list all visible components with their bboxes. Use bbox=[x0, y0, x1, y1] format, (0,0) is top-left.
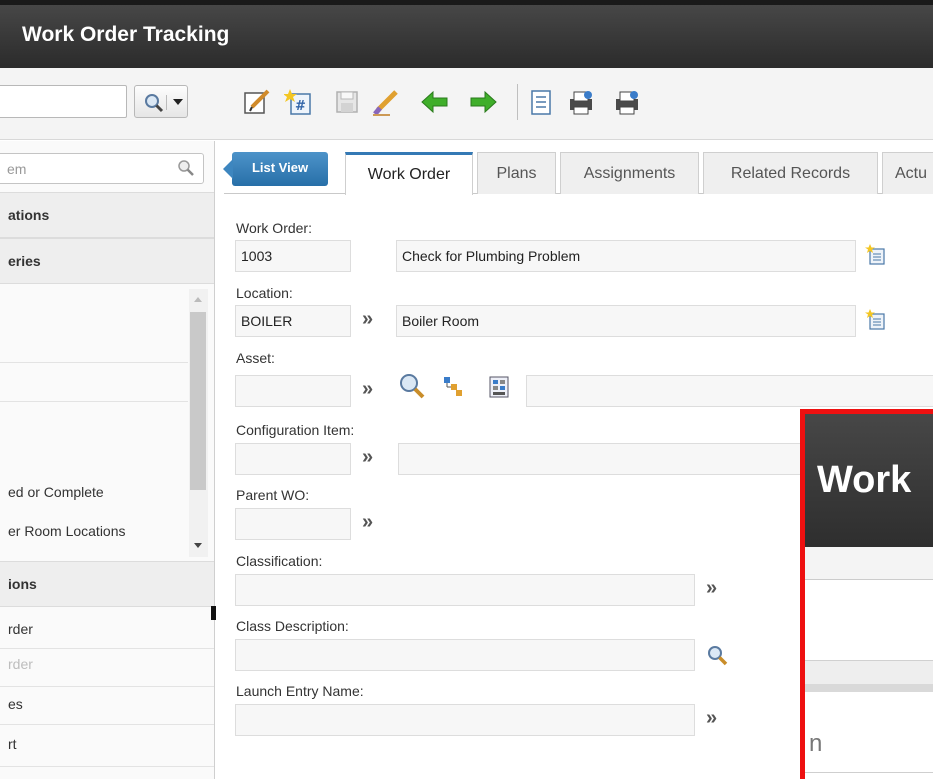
location-field[interactable]: BOILER bbox=[235, 305, 351, 337]
inset-title-bar: Work bbox=[805, 414, 933, 547]
list-view-button[interactable]: List View bbox=[223, 152, 328, 186]
collapse-nav-handle[interactable] bbox=[211, 606, 216, 620]
configuration-item-field[interactable] bbox=[235, 443, 351, 475]
nav-section-label: ions bbox=[8, 576, 37, 592]
svg-text:#: # bbox=[295, 99, 306, 114]
launch-entry-name-field[interactable] bbox=[235, 704, 695, 736]
asset-label: Asset: bbox=[236, 350, 275, 366]
print-icon[interactable] bbox=[566, 87, 596, 117]
nav-search-placeholder: em bbox=[7, 161, 27, 177]
search-icon bbox=[145, 94, 164, 113]
view-history-icon[interactable] bbox=[526, 87, 556, 117]
next-record-icon[interactable] bbox=[468, 87, 498, 117]
scroll-down-icon[interactable] bbox=[194, 543, 202, 548]
nav-row-divider bbox=[0, 686, 214, 687]
inset-divider bbox=[805, 772, 933, 773]
chevron-down-icon bbox=[173, 99, 183, 105]
launch-entry-menu-icon[interactable]: » bbox=[706, 707, 717, 730]
nav-search-input[interactable]: em bbox=[0, 153, 204, 184]
classification-label: Classification: bbox=[236, 553, 323, 569]
nav-section-header[interactable]: eries bbox=[0, 238, 214, 284]
parent-wo-label: Parent WO: bbox=[236, 487, 310, 503]
nav-section-header[interactable]: ations bbox=[0, 192, 214, 238]
nav-row-divider bbox=[0, 648, 214, 649]
class-description-label: Class Description: bbox=[236, 618, 349, 634]
tab-assignments[interactable]: Assignments bbox=[560, 152, 699, 194]
inset-partial-text: n bbox=[809, 730, 823, 757]
work-order-description-field[interactable]: Check for Plumbing Problem bbox=[396, 240, 856, 272]
toolbar-search-input[interactable] bbox=[0, 85, 127, 118]
configuration-item-label: Configuration Item: bbox=[236, 422, 355, 438]
search-icon[interactable] bbox=[706, 644, 728, 666]
launch-entry-name-label: Launch Entry Name: bbox=[236, 683, 364, 699]
app-window: Work Order Tracking # em ations eries ed… bbox=[0, 0, 933, 779]
nav-row-divider bbox=[0, 724, 214, 725]
edit-icon[interactable] bbox=[242, 87, 272, 117]
inset-toolbar bbox=[805, 547, 933, 580]
nav-section-header[interactable]: ions bbox=[0, 561, 214, 607]
title-bar: Work Order Tracking bbox=[0, 0, 933, 68]
location-description-field[interactable]: Boiler Room bbox=[396, 305, 856, 337]
work-order-field[interactable]: 1003 bbox=[235, 240, 351, 272]
zoom-inset: Work n bbox=[800, 409, 933, 779]
nav-row-divider bbox=[0, 766, 214, 767]
tab-actuals[interactable]: Actu bbox=[882, 152, 933, 194]
nav-query-item[interactable]: er Room Locations bbox=[8, 523, 126, 539]
parent-wo-field[interactable] bbox=[235, 508, 351, 540]
inset-strip bbox=[805, 684, 933, 692]
tab-plans[interactable]: Plans bbox=[477, 152, 556, 194]
clear-changes-icon[interactable] bbox=[370, 87, 400, 117]
location-label: Location: bbox=[236, 285, 293, 301]
classification-menu-icon[interactable]: » bbox=[706, 577, 717, 600]
asset-hierarchy-icon[interactable] bbox=[442, 375, 464, 397]
long-description-icon[interactable] bbox=[865, 309, 887, 331]
print-with-attachments-icon[interactable] bbox=[612, 87, 642, 117]
nav-row-divider bbox=[0, 362, 188, 363]
search-icon[interactable] bbox=[398, 372, 426, 400]
previous-record-icon[interactable] bbox=[420, 87, 450, 117]
scroll-up-icon[interactable] bbox=[194, 297, 202, 302]
configuration-item-menu-icon[interactable]: » bbox=[362, 446, 373, 469]
asset-field[interactable] bbox=[235, 375, 351, 407]
asset-detail-icon[interactable] bbox=[487, 374, 513, 400]
separator bbox=[166, 95, 167, 110]
toolbar-divider bbox=[517, 84, 518, 120]
class-description-field[interactable] bbox=[235, 639, 695, 671]
nav-scrollbar[interactable] bbox=[189, 289, 208, 557]
new-record-icon[interactable]: # bbox=[284, 87, 314, 117]
save-icon[interactable] bbox=[332, 87, 362, 117]
tab-related-records[interactable]: Related Records bbox=[703, 152, 878, 194]
parent-wo-menu-icon[interactable]: » bbox=[362, 511, 373, 534]
location-detail-menu-icon[interactable]: » bbox=[362, 308, 373, 331]
inset-search-area bbox=[805, 580, 933, 660]
search-menu-button[interactable] bbox=[134, 85, 188, 118]
inset-strip bbox=[805, 660, 933, 684]
nav-section-label: eries bbox=[8, 253, 41, 269]
nav-action-item[interactable]: rder bbox=[8, 621, 33, 637]
app-title: Work Order Tracking bbox=[22, 23, 230, 46]
asset-description-field[interactable] bbox=[526, 375, 933, 407]
inset-title: Work bbox=[817, 459, 912, 501]
left-navigation-panel: em ations eries ed or Complete er Room L… bbox=[0, 141, 215, 779]
configuration-item-description-field[interactable] bbox=[398, 443, 818, 475]
toolbar: # bbox=[0, 68, 933, 140]
nav-query-item[interactable]: ed or Complete bbox=[8, 484, 104, 500]
nav-action-item[interactable]: rt bbox=[8, 736, 17, 752]
asset-detail-menu-icon[interactable]: » bbox=[362, 378, 373, 401]
nav-action-item[interactable]: es bbox=[8, 696, 23, 712]
long-description-icon[interactable] bbox=[865, 244, 887, 266]
nav-action-item-disabled: rder bbox=[8, 656, 33, 672]
scroll-thumb[interactable] bbox=[190, 312, 206, 490]
tab-work-order[interactable]: Work Order bbox=[345, 152, 473, 195]
work-order-label: Work Order: bbox=[236, 220, 312, 236]
nav-row-divider bbox=[0, 401, 188, 402]
nav-section-label: ations bbox=[8, 207, 50, 223]
classification-field[interactable] bbox=[235, 574, 695, 606]
search-icon[interactable] bbox=[177, 159, 195, 177]
